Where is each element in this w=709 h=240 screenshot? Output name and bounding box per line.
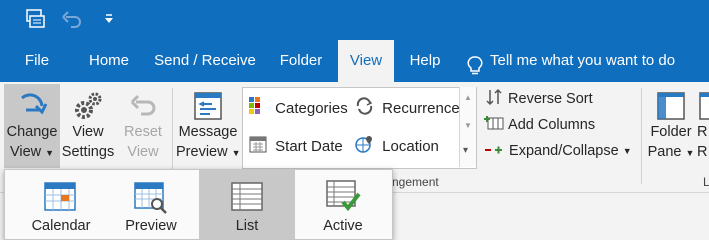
gear-icon [72,90,104,122]
calendar-label: Calendar [31,218,91,234]
expand-collapse-icon [485,143,503,159]
reset-view-label-1: Reset [124,124,162,140]
recurrence-label: Recurrence [382,99,460,117]
tab-folder[interactable]: Folder [272,40,330,82]
change-view-icon [16,90,48,122]
tell-me-text: Tell me what you want to do [490,52,676,69]
change-view-button[interactable]: Change View ▼ [4,84,60,168]
active-label: Active [323,218,363,234]
message-preview-label-2: Preview ▼ [176,144,241,160]
preview-icon [133,180,169,218]
gallery-item-recurrence[interactable]: Recurrence [355,97,460,119]
send-receive-all-folders-icon[interactable] [25,8,45,35]
tab-send-receive[interactable]: Send / Receive [148,40,262,82]
ribbon-tab-bar: File Home Send / Receive Folder View Hel… [0,40,709,82]
quick-access-toolbar [0,0,709,40]
change-view-menu: Calendar Preview List Active [4,169,393,240]
recurrence-icon [355,97,374,119]
add-columns-label: Add Columns [508,117,596,133]
list-label: List [235,218,259,234]
categories-icon [249,97,267,119]
expand-collapse-label: Expand/Collapse [509,143,619,160]
active-icon [325,178,361,216]
message-preview-icon [192,90,224,122]
reverse-sort-label: Reverse Sort [508,91,593,107]
undo-icon[interactable] [62,10,82,33]
reverse-sort-icon [486,88,502,110]
tab-file[interactable]: File [14,40,60,82]
folder-pane-label-1: Folder [650,124,692,140]
view-option-calendar[interactable]: Calendar [13,170,109,239]
message-preview-label-1: Message [178,124,238,140]
tab-home[interactable]: Home [80,40,138,82]
calendar-small-icon [249,135,267,157]
location-icon [355,135,374,157]
folder-pane-button[interactable]: Folder Pane ▼ [645,84,697,168]
group-separator-2 [641,88,642,184]
gallery-item-categories[interactable]: Categories [249,97,348,119]
view-option-list[interactable]: List [199,170,295,239]
reading-pane-icon [697,90,709,122]
add-columns-icon [484,115,504,135]
change-view-label-2: View ▼ [9,144,55,160]
folder-pane-icon [655,90,687,122]
tab-help[interactable]: Help [400,40,450,82]
chevron-down-icon: ▼ [622,146,632,157]
view-option-active[interactable]: Active [295,170,391,239]
add-columns-button[interactable]: Add Columns [484,115,595,135]
list-icon [230,180,264,216]
reading-pane-label-2: R [697,144,708,160]
tell-me-search[interactable]: Tell me what you want to do [465,40,690,82]
location-label: Location [382,137,439,155]
gallery-more-icon[interactable]: ▾ [463,145,468,156]
calendar-icon [43,180,77,216]
expand-collapse-button[interactable]: Expand/Collapse ▼ [485,143,632,159]
layout-group-label: L [703,175,709,189]
reading-pane-button[interactable]: R R [697,84,709,168]
scroll-up-icon[interactable]: ▲ [464,93,472,102]
reset-view-button[interactable]: Reset View [116,84,170,168]
reverse-sort-button[interactable]: Reverse Sort [486,88,593,110]
reset-view-label-2: View [127,144,159,160]
change-view-label-1: Change [6,124,58,140]
gallery-scrollbar[interactable]: ▲ ▼ ▾ [459,87,476,167]
arrangement-group-label: ngement [392,175,439,189]
message-preview-button[interactable]: Message Preview ▼ [176,84,241,168]
tab-view[interactable]: View [338,40,394,82]
reading-pane-label-1: R [697,124,708,140]
gallery-item-start-date[interactable]: Start Date [249,135,343,157]
customize-quick-access-toolbar-icon[interactable] [104,12,114,30]
view-settings-button[interactable]: View Settings [60,84,116,168]
gallery-item-location[interactable]: Location [355,135,439,157]
reset-icon [127,90,159,122]
start-date-label: Start Date [275,137,343,155]
categories-label: Categories [275,99,348,117]
view-settings-label-1: View [72,124,104,140]
scroll-down-icon[interactable]: ▼ [464,121,472,130]
preview-label: Preview [125,218,177,234]
view-settings-label-2: Settings [61,144,115,160]
folder-pane-label-2: Pane ▼ [647,144,695,160]
view-option-preview[interactable]: Preview [103,170,199,239]
